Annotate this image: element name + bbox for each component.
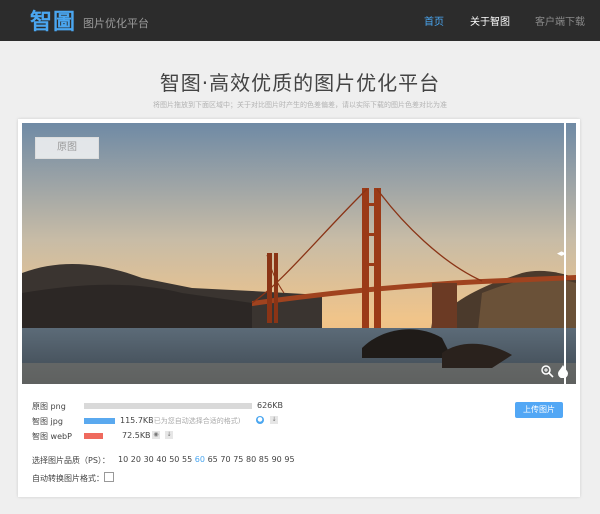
download-icon[interactable]: ↓ bbox=[165, 431, 173, 439]
nav-home[interactable]: 首页 bbox=[424, 13, 444, 28]
quality-option-60[interactable]: 60 bbox=[195, 455, 205, 464]
top-navbar: 智圖 图片优化平台 首页 关于智图 客户端下载 bbox=[0, 0, 600, 41]
image-compare-viewer[interactable]: 原图 ◂▸ bbox=[22, 123, 576, 384]
result-row-webp: 智图 webP 72.5KB ◉ ↓ bbox=[32, 430, 332, 442]
quality-label: 选择图片品质（PS）： bbox=[32, 456, 110, 465]
quality-option-50[interactable]: 50 bbox=[169, 455, 179, 464]
quality-option-30[interactable]: 30 bbox=[144, 455, 154, 464]
result-row-original: 原图 png 626KB bbox=[32, 400, 332, 412]
quality-option-20[interactable]: 20 bbox=[131, 455, 141, 464]
size-bar bbox=[84, 403, 252, 409]
auto-convert-checkbox[interactable] bbox=[104, 472, 114, 482]
row-size: 626KB bbox=[257, 401, 284, 410]
zoom-icon[interactable] bbox=[540, 364, 554, 378]
row-label: 原图 png bbox=[32, 402, 66, 411]
quality-option-90[interactable]: 90 bbox=[272, 455, 282, 464]
page-subtitle: 将图片拖放到下面区域中；关于对比图片时产生的色差偏差，请以实际下载的图片色差对比… bbox=[153, 101, 447, 109]
quality-option-70[interactable]: 70 bbox=[220, 455, 230, 464]
quality-option-65[interactable]: 65 bbox=[208, 455, 218, 464]
size-bar-fill bbox=[84, 418, 116, 424]
quality-option-80[interactable]: 80 bbox=[246, 455, 256, 464]
quality-selector: 选择图片品质（PS）： bbox=[32, 455, 110, 466]
row-label: 智图 webP bbox=[32, 432, 72, 441]
download-icon[interactable]: ↓ bbox=[270, 416, 278, 424]
divider-handle-icon[interactable]: ◂▸ bbox=[557, 249, 566, 259]
nav-client-download[interactable]: 客户端下载 bbox=[535, 13, 585, 28]
quality-option-95[interactable]: 95 bbox=[284, 455, 294, 464]
row-size: 72.5KB bbox=[122, 431, 151, 440]
row-label: 智图 jpg bbox=[32, 417, 63, 426]
row-size: 115.7KB bbox=[120, 416, 154, 425]
size-bar-fill bbox=[84, 433, 104, 439]
upload-image-button[interactable]: 上传图片 bbox=[515, 402, 563, 418]
quality-option-10[interactable]: 10 bbox=[118, 455, 128, 464]
original-image-tag: 原图 bbox=[35, 137, 99, 159]
auto-convert-label: 自动转换图片格式： bbox=[32, 474, 104, 483]
logo-subtitle: 图片优化平台 bbox=[83, 17, 149, 30]
result-row-jpg: 智图 jpg 115.7KB (已为您自动选择合适的格式) ● ↓ bbox=[32, 415, 512, 427]
color-drop-icon[interactable] bbox=[556, 364, 570, 378]
preview-icon[interactable]: ◉ bbox=[152, 431, 160, 439]
page-title: 智图·高效优质的图片优化平台 bbox=[159, 71, 441, 95]
quality-option-40[interactable]: 40 bbox=[156, 455, 166, 464]
logo[interactable]: 智圖 bbox=[30, 4, 76, 36]
quality-option-55[interactable]: 55 bbox=[182, 455, 192, 464]
nav-about[interactable]: 关于智图 bbox=[470, 13, 510, 28]
bridge-photo bbox=[22, 123, 576, 384]
size-bar-fill bbox=[84, 403, 252, 409]
quality-option-85[interactable]: 85 bbox=[259, 455, 269, 464]
row-note: (已为您自动选择合适的格式) bbox=[151, 417, 241, 425]
preview-icon[interactable]: ● bbox=[256, 416, 264, 424]
quality-option-75[interactable]: 75 bbox=[233, 455, 243, 464]
compare-card: 原图 ◂▸ 原图 png 626KB 智图 jpg 115.7KB (已为您自动… bbox=[18, 119, 580, 497]
